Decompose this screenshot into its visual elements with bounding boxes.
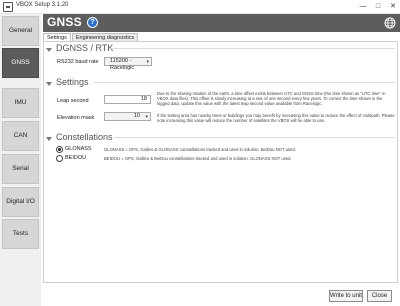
close-window-button[interactable]: ✕ [386, 0, 400, 13]
divider [94, 82, 395, 83]
elevation-mask-help: If the testing area has nearby trees or … [157, 113, 395, 124]
sidebar-item-label: General [8, 27, 33, 34]
elevation-mask-label: Elevation mask [57, 115, 95, 121]
sidebar-item-label: GNSS [11, 59, 30, 66]
divider [114, 137, 395, 138]
window-title: VBOX Setup 3.1.20 [16, 2, 69, 8]
help-icon[interactable]: ? [87, 17, 98, 28]
page-header: GNSS ? [43, 14, 400, 32]
title-bar: VBOX Setup 3.1.20 — □ ✕ [0, 0, 400, 14]
sidebar-item-label: IMU [14, 99, 27, 106]
elevation-mask-value: 10 [133, 113, 140, 119]
close-button[interactable]: Close [367, 290, 392, 302]
baud-rate-label: RS232 baud rate [57, 59, 99, 65]
chevron-down-icon: ▾ [146, 59, 149, 65]
chevron-down-icon: ▾ [145, 114, 148, 120]
leap-second-label: Leap second [57, 98, 89, 104]
divider [109, 48, 395, 49]
section-title-settings: Settings [56, 77, 89, 87]
leap-second-input[interactable]: 18 [104, 95, 151, 104]
sidebar-item-label: Tests [12, 230, 29, 237]
collapse-arrow-icon[interactable] [46, 48, 52, 52]
beidou-radio[interactable] [56, 155, 63, 162]
sidebar-item-can[interactable]: CAN [2, 121, 39, 151]
sidebar-item-imu[interactable]: IMU [2, 88, 39, 118]
sidebar-item-label: Digital I/O [6, 198, 35, 205]
glonass-radio[interactable] [56, 146, 63, 153]
page-title: GNSS [47, 15, 82, 29]
baud-rate-value: 115200 - Racelogic [110, 58, 135, 71]
sidebar-item-gnss[interactable]: GNSS [2, 48, 39, 78]
sidebar-item-digital-io[interactable]: Digital I/O [2, 187, 39, 217]
globe-icon[interactable] [384, 17, 396, 29]
app-icon [3, 2, 13, 12]
sidebar-item-serial[interactable]: Serial [2, 154, 39, 184]
sidebar-item-general[interactable]: General [2, 16, 39, 46]
beidou-label[interactable]: BEIDOU [65, 155, 86, 161]
maximize-button[interactable]: □ [371, 0, 385, 13]
write-to-unit-button[interactable]: Write to unit [329, 290, 363, 302]
section-title-constellations: Constellations [56, 132, 113, 142]
collapse-arrow-icon[interactable] [46, 137, 52, 141]
baud-rate-select[interactable]: 115200 - Racelogic ▾ [104, 57, 152, 71]
glonass-description: GLONASS = GPS, Galileo & GLONASS constel… [104, 147, 296, 152]
section-title-dgnss: DGNSS / RTK [56, 43, 114, 53]
glonass-label[interactable]: GLONASS [65, 146, 92, 152]
elevation-mask-select[interactable]: 10 ▾ [104, 112, 151, 121]
sidebar-item-tests[interactable]: Tests [2, 219, 39, 249]
leap-second-help: Due to the slowing rotation of the earth… [157, 91, 386, 107]
collapse-arrow-icon[interactable] [46, 82, 52, 86]
sidebar-item-label: Serial [12, 165, 29, 172]
beidou-description: BEIDOU = GPS, Galileo & BeiDou constella… [104, 156, 292, 161]
settings-panel: DGNSS / RTK RS232 baud rate 115200 - Rac… [43, 41, 398, 283]
sidebar-item-label: CAN [13, 132, 28, 139]
sidebar: General GNSS IMU CAN Serial Digital I/O … [0, 14, 41, 306]
minimize-button[interactable]: — [356, 0, 370, 13]
